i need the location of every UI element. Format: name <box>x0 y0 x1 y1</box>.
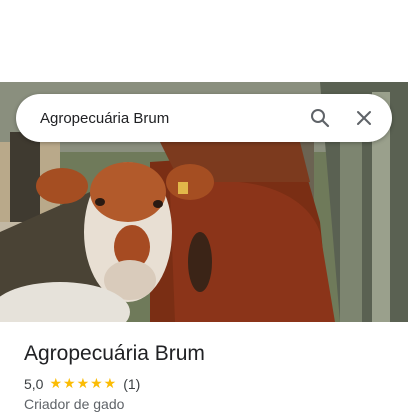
top-blank-area <box>0 0 408 82</box>
rating-value: 5,0 <box>24 375 44 392</box>
search-input[interactable]: Agropecuária Brum <box>16 110 298 127</box>
rating-stars: ★★★★★ <box>49 375 118 391</box>
close-icon <box>357 111 371 125</box>
place-name: Agropecuária Brum <box>24 342 205 365</box>
review-count[interactable]: (1) <box>123 376 140 392</box>
search-icon <box>311 109 330 128</box>
close-button[interactable] <box>342 96 386 140</box>
search-bar[interactable]: Agropecuária Brum <box>16 94 392 142</box>
rating-row[interactable]: 5,0 ★★★★★ (1) <box>24 375 140 392</box>
place-category[interactable]: Criador de gado <box>24 396 124 412</box>
search-button[interactable] <box>298 96 342 140</box>
